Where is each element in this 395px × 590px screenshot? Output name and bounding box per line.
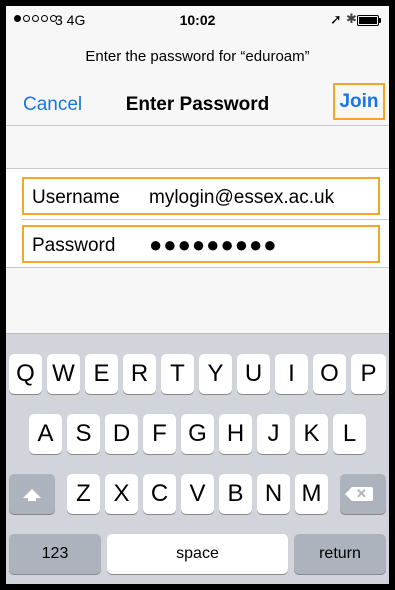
username-field[interactable]: Username mylogin@essex.ac.uk: [22, 177, 380, 215]
key-q[interactable]: Q: [9, 354, 42, 394]
row-divider: [22, 219, 389, 220]
key-w[interactable]: W: [47, 354, 80, 394]
key-r[interactable]: R: [123, 354, 156, 394]
key-v[interactable]: V: [181, 474, 214, 514]
shift-key[interactable]: [9, 474, 55, 514]
join-button[interactable]: Join: [333, 83, 385, 120]
location-icon: ➚: [330, 11, 342, 27]
key-z[interactable]: Z: [67, 474, 100, 514]
credentials-form: Username mylogin@essex.ac.uk Password ●●…: [6, 168, 389, 268]
key-n[interactable]: N: [257, 474, 290, 514]
status-bar: 3 4G 10:02 ➚ ✱: [6, 6, 389, 36]
key-m[interactable]: M: [295, 474, 328, 514]
password-input[interactable]: ●●●●●●●●●: [149, 232, 278, 258]
numbers-key[interactable]: 123: [9, 534, 101, 574]
username-label: Username: [32, 187, 120, 208]
key-y[interactable]: Y: [199, 354, 232, 394]
key-p[interactable]: P: [351, 354, 386, 394]
username-input[interactable]: mylogin@essex.ac.uk: [149, 187, 334, 209]
key-t[interactable]: T: [161, 354, 194, 394]
key-i[interactable]: I: [275, 354, 308, 394]
page-title: Enter Password: [125, 94, 270, 115]
bluetooth-icon: ✱: [346, 11, 357, 26]
password-label: Password: [32, 235, 116, 256]
key-f[interactable]: F: [143, 414, 176, 454]
network-prompt: Enter the password for “eduroam”: [85, 48, 310, 65]
key-d[interactable]: D: [105, 414, 138, 454]
navigation-bar: Cancel Enter Password Join: [6, 76, 389, 126]
key-j[interactable]: J: [257, 414, 290, 454]
key-a[interactable]: A: [29, 414, 62, 454]
delete-key[interactable]: ✕: [340, 474, 386, 514]
key-h[interactable]: H: [219, 414, 252, 454]
return-key[interactable]: return: [294, 534, 386, 574]
key-u[interactable]: U: [237, 354, 270, 394]
battery-icon: [357, 15, 379, 26]
phone-screen: 3 4G 10:02 ➚ ✱ Enter the password for “e…: [6, 6, 389, 584]
key-e[interactable]: E: [85, 354, 118, 394]
key-b[interactable]: B: [219, 474, 252, 514]
key-x[interactable]: X: [105, 474, 138, 514]
space-key[interactable]: space: [107, 534, 288, 574]
password-field[interactable]: Password ●●●●●●●●●: [22, 225, 380, 263]
key-k[interactable]: K: [295, 414, 328, 454]
key-l[interactable]: L: [333, 414, 366, 454]
keyboard: Q W E R T Y U I O P A S D F G H J K L Z …: [6, 333, 389, 584]
key-o[interactable]: O: [313, 354, 346, 394]
key-s[interactable]: S: [67, 414, 100, 454]
key-c[interactable]: C: [143, 474, 176, 514]
key-g[interactable]: G: [181, 414, 214, 454]
